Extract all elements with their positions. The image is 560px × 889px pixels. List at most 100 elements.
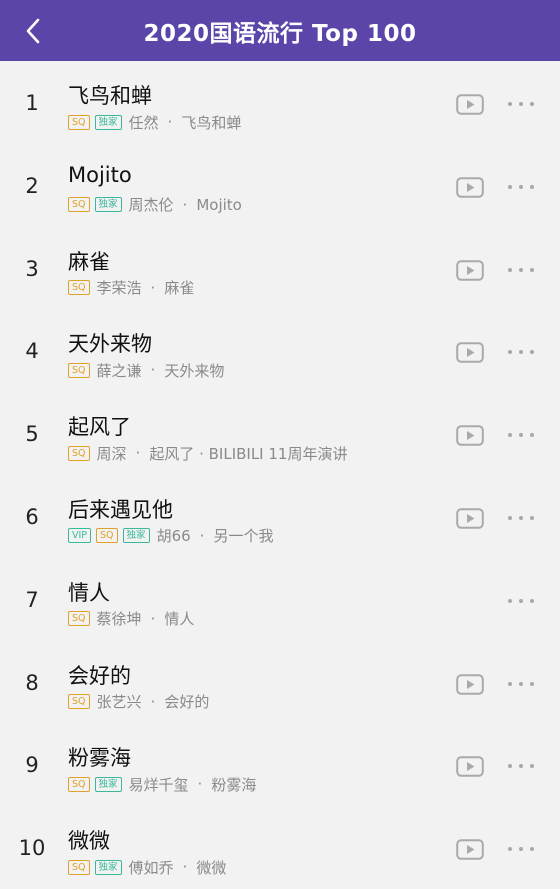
play-video-icon[interactable]	[456, 508, 484, 529]
song-row[interactable]: 5 起风了 SQ 周深 · 起风了 · BILIBILI 11周年演讲	[0, 392, 560, 475]
song-rank: 4	[25, 339, 39, 364]
song-title: 起风了	[68, 415, 131, 440]
meta-separator: ·	[182, 195, 188, 214]
exclusive-badge: 独家	[94, 859, 122, 875]
song-artist: 胡66	[156, 527, 191, 546]
sq-badge: SQ	[68, 362, 90, 378]
song-row[interactable]: 1 飞鸟和蝉 SQ 独家 任然 · 飞鸟和蝉	[0, 61, 560, 144]
song-meta: SQ 独家 傅如乔 · 微微	[68, 857, 226, 877]
song-meta: VIP SQ 独家 胡66 · 另一个我	[68, 526, 273, 546]
meta-separator: ·	[199, 526, 205, 545]
more-dots-icon[interactable]	[508, 265, 534, 275]
play-video-icon[interactable]	[456, 176, 484, 198]
song-artist: 任然	[128, 113, 159, 132]
header-bar: 2020国语流行 Top 100	[0, 0, 560, 61]
more-dots-icon[interactable]	[508, 347, 534, 357]
song-rank: 6	[25, 504, 39, 529]
song-rank: 8	[25, 670, 39, 695]
sq-badge: SQ	[68, 859, 90, 875]
song-album: Mojito	[196, 195, 242, 214]
song-title: 天外来物	[68, 332, 152, 357]
song-row[interactable]: 7 情人 SQ 蔡徐坤 · 情人	[0, 558, 560, 641]
more-dots-icon[interactable]	[508, 99, 534, 109]
play-video-icon[interactable]	[456, 673, 484, 695]
song-album: 麻雀	[164, 279, 195, 298]
play-video-icon[interactable]	[456, 756, 484, 778]
song-artist: 张艺兴	[96, 693, 142, 712]
sq-badge: SQ	[68, 114, 90, 130]
page-title: 2020国语流行 Top 100	[143, 20, 417, 47]
meta-separator: ·	[197, 775, 203, 794]
song-rank: 2	[25, 173, 39, 198]
more-dots-icon[interactable]	[508, 844, 534, 854]
song-meta: SQ 蔡徐坤 · 情人	[68, 609, 194, 629]
sq-badge: SQ	[68, 197, 90, 213]
sq-badge: SQ	[68, 694, 90, 710]
meta-separator: ·	[182, 858, 188, 877]
song-album: 起风了 · BILIBILI 11周年演讲	[149, 444, 348, 463]
sq-badge: SQ	[68, 776, 90, 792]
song-artist: 易烊千玺	[128, 775, 189, 794]
song-artist: 薛之谦	[96, 361, 142, 380]
song-title: 后来遇见他	[68, 497, 173, 522]
meta-separator: ·	[150, 609, 156, 628]
song-row[interactable]: 10 微微 SQ 独家 傅如乔 · 微微	[0, 806, 560, 889]
exclusive-badge: 独家	[94, 776, 122, 792]
song-artist: 蔡徐坤	[96, 610, 142, 629]
song-rank: 7	[25, 587, 39, 612]
chevron-left-icon	[26, 18, 40, 44]
more-dots-icon[interactable]	[508, 182, 534, 192]
song-rank: 1	[25, 91, 39, 115]
song-row[interactable]: 9 粉雾海 SQ 独家 易烊千玺 · 粉雾海	[0, 723, 560, 806]
exclusive-badge: 独家	[94, 114, 122, 130]
song-meta: SQ 周深 · 起风了 · BILIBILI 11周年演讲	[68, 443, 347, 463]
more-dots-icon[interactable]	[508, 513, 534, 523]
song-album: 粉雾海	[211, 775, 257, 794]
song-artist: 李荣浩	[96, 279, 142, 298]
meta-separator: ·	[167, 113, 173, 131]
song-album: 另一个我	[213, 527, 274, 546]
sq-badge: SQ	[68, 445, 90, 461]
song-meta: SQ 独家 任然 · 飞鸟和蝉	[68, 112, 241, 132]
vip-badge: VIP	[68, 528, 92, 544]
song-meta: SQ 李荣浩 · 麻雀	[68, 278, 194, 298]
song-album: 飞鸟和蝉	[181, 113, 242, 132]
play-video-icon[interactable]	[456, 839, 484, 860]
song-title: 会好的	[68, 663, 131, 688]
play-video-icon[interactable]	[456, 94, 484, 115]
meta-separator: ·	[150, 278, 156, 297]
play-video-icon[interactable]	[456, 259, 484, 281]
more-dots-icon[interactable]	[508, 596, 534, 606]
more-dots-icon[interactable]	[508, 679, 534, 689]
song-list: 1 飞鸟和蝉 SQ 独家 任然 · 飞鸟和蝉 2 Mojito SQ 独家 周杰伦 · Mojito 3 麻雀…	[0, 61, 560, 889]
song-title: Mojito	[68, 162, 132, 187]
sq-badge: SQ	[96, 528, 118, 544]
song-row[interactable]: 2 Mojito SQ 独家 周杰伦 · Mojito	[0, 144, 560, 227]
meta-separator: ·	[150, 361, 156, 380]
more-dots-icon[interactable]	[508, 761, 534, 771]
exclusive-badge: 独家	[94, 197, 122, 213]
song-meta: SQ 独家 周杰伦 · Mojito	[68, 195, 242, 215]
play-video-icon[interactable]	[456, 342, 484, 364]
song-title: 麻雀	[68, 249, 110, 274]
meta-separator: ·	[150, 692, 156, 711]
more-dots-icon[interactable]	[508, 430, 534, 440]
song-row[interactable]: 4 天外来物 SQ 薛之谦 · 天外来物	[0, 309, 560, 392]
song-row[interactable]: 8 会好的 SQ 张艺兴 · 会好的	[0, 641, 560, 724]
sq-badge: SQ	[68, 280, 90, 296]
song-title: 粉雾海	[68, 746, 131, 771]
song-title: 微微	[68, 829, 110, 854]
song-rank: 3	[25, 256, 39, 281]
song-rank: 5	[25, 422, 39, 447]
song-album: 会好的	[164, 693, 210, 712]
exclusive-badge: 独家	[122, 528, 150, 544]
back-button[interactable]	[16, 13, 50, 49]
song-row[interactable]: 6 后来遇见他 VIP SQ 独家 胡66 · 另一个我	[0, 475, 560, 558]
sq-badge: SQ	[68, 611, 90, 627]
play-video-icon[interactable]	[456, 425, 484, 446]
song-album: 微微	[196, 858, 227, 877]
song-rank: 10	[18, 836, 46, 861]
song-row[interactable]: 3 麻雀 SQ 李荣浩 · 麻雀	[0, 227, 560, 310]
song-artist: 傅如乔	[128, 858, 174, 877]
song-artist: 周深	[96, 444, 127, 463]
